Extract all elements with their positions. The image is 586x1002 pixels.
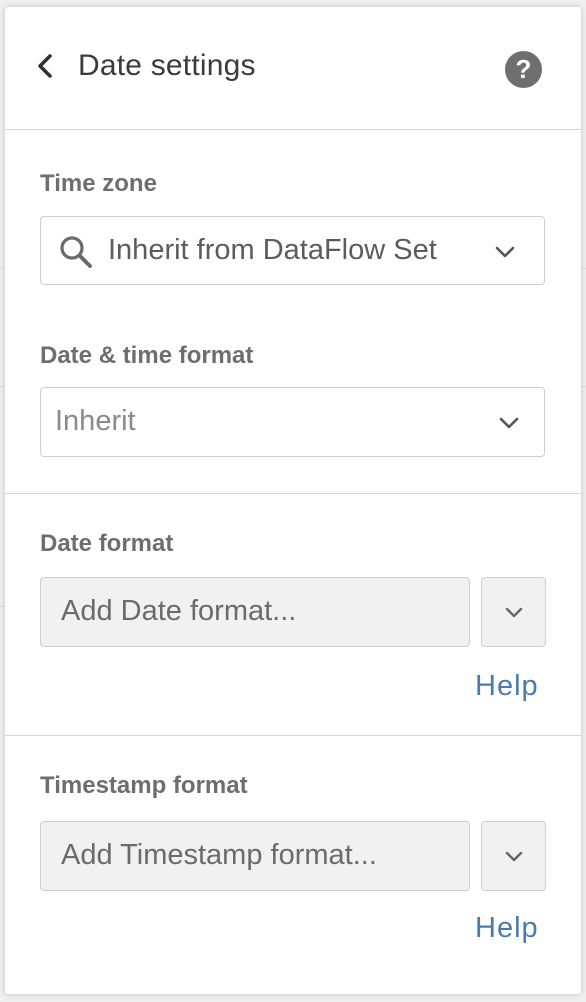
chevron-down-icon: [505, 851, 523, 862]
chevron-down-icon: [495, 246, 515, 258]
chevron-down-icon: [505, 607, 523, 618]
timestamp-format-help-link[interactable]: Help: [475, 912, 539, 945]
timestamp-format-dropdown-button[interactable]: [481, 821, 546, 891]
chevron-left-icon: [38, 54, 52, 78]
timestamp-format-section: Timestamp format Add Timestamp format...…: [5, 736, 581, 994]
page-title: Date settings: [78, 49, 256, 82]
time-zone-select[interactable]: Inherit from DataFlow Set: [40, 216, 545, 285]
time-zone-value: Inherit from DataFlow Set: [108, 234, 437, 266]
date-format-section: Date format Add Date format... Help: [5, 494, 581, 736]
date-format-help-link[interactable]: Help: [475, 670, 539, 703]
date-settings-panel: Date settings ? Time zone Inherit from D…: [5, 7, 581, 994]
search-icon: [60, 236, 92, 268]
date-format-dropdown-button[interactable]: [481, 577, 546, 647]
datetime-format-value: Inherit: [55, 405, 136, 437]
date-format-label: Date format: [40, 530, 174, 557]
datetime-format-label: Date & time format: [40, 342, 254, 369]
time-zone-label: Time zone: [40, 170, 157, 197]
datetime-format-select[interactable]: Inherit: [40, 387, 545, 457]
chevron-down-icon: [499, 417, 519, 429]
timestamp-format-label: Timestamp format: [40, 772, 248, 799]
question-circle-icon[interactable]: ?: [505, 51, 542, 88]
timestamp-format-input[interactable]: Add Timestamp format...: [40, 821, 470, 891]
date-format-input[interactable]: Add Date format...: [40, 577, 470, 647]
panel-header: Date settings ?: [5, 7, 581, 130]
back-button[interactable]: [31, 51, 61, 81]
timezone-section: Time zone Inherit from DataFlow Set Date…: [5, 130, 581, 494]
